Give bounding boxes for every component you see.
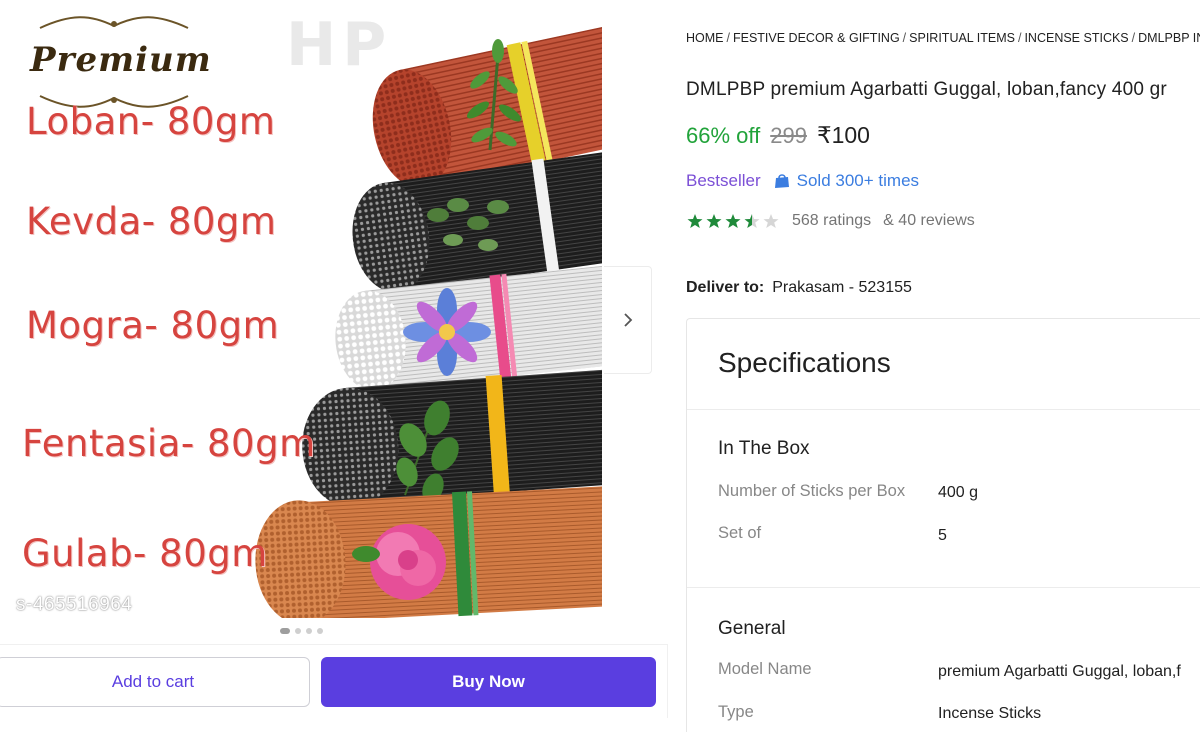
spec-value: 5 (938, 527, 947, 544)
breadcrumb-current-product[interactable]: DMLPBP IN (1138, 31, 1200, 45)
shopping-bag-icon (774, 174, 789, 188)
breadcrumb-spiritual-items[interactable]: SPIRITUAL ITEMS (909, 31, 1015, 45)
spec-key: Type (718, 703, 754, 721)
pagination-dot[interactable] (306, 628, 312, 634)
rating-row[interactable]: 568 ratings & 40 reviews (686, 212, 975, 230)
price-row: 66% off 299 ₹100 (686, 122, 870, 149)
spec-key: Number of Sticks per Box (718, 482, 906, 500)
scent-label: Fentasia- 80gm (22, 422, 316, 465)
in-the-box-section: In The Box Number of Sticks per Box 400 … (687, 410, 1200, 588)
add-to-cart-button[interactable]: Add to cart (0, 657, 310, 707)
specifications-heading: Specifications (687, 319, 1200, 410)
breadcrumb-incense-sticks[interactable]: INCENSE STICKS (1024, 31, 1128, 45)
scent-label: Loban- 80gm (26, 100, 276, 143)
breadcrumb-festive-decor[interactable]: FESTIVE DECOR & GIFTING (733, 31, 900, 45)
watermark: HP (286, 10, 393, 80)
section-title: General (718, 618, 786, 639)
original-price: 299 (770, 123, 807, 148)
chevron-right-icon (623, 313, 632, 327)
spec-value: premium Agarbatti Guggal, loban,f (938, 663, 1181, 680)
purchase-actions: Add to cart Buy Now (0, 644, 668, 718)
premium-logo: Premium (30, 14, 212, 114)
product-info: HOME / FESTIVE DECOR & GIFTING / SPIRITUAL I… (686, 0, 1200, 732)
star-filled-icon (706, 214, 722, 228)
reviews-count[interactable]: & 40 reviews (883, 212, 975, 230)
next-image-button[interactable] (604, 266, 652, 374)
bestseller-badge: Bestseller (686, 171, 761, 190)
scent-label: Gulab- 80gm (22, 532, 268, 575)
badge-row: Bestseller Sold 300+ times (686, 171, 919, 191)
section-title: In The Box (718, 438, 810, 459)
selling-price: ₹100 (816, 122, 870, 148)
spec-value: 400 g (938, 484, 979, 501)
image-pagination (280, 628, 323, 634)
deliver-to-label: Deliver to: (686, 279, 765, 296)
pagination-dot[interactable] (317, 628, 323, 634)
star-empty-icon (763, 214, 779, 228)
spec-key: Set of (718, 524, 762, 542)
specifications-card: Specifications In The Box Number of Stic… (686, 318, 1200, 732)
star-filled-icon (687, 214, 703, 228)
star-half-icon (744, 214, 760, 228)
pagination-dot-active[interactable] (280, 628, 290, 634)
breadcrumb: HOME / FESTIVE DECOR & GIFTING / SPIRITUAL I… (686, 31, 1200, 45)
product-gallery: HP Premium Loban- 80gm Kevda- 80gm Mogra… (0, 0, 668, 732)
star-rating (686, 213, 780, 229)
buy-now-button[interactable]: Buy Now (321, 657, 656, 707)
ratings-count[interactable]: 568 ratings (792, 212, 871, 230)
sold-count-badge: Sold 300+ times (773, 171, 919, 191)
scent-label: Mogra- 80gm (26, 304, 280, 347)
sold-count-text: Sold 300+ times (796, 171, 920, 190)
breadcrumb-home[interactable]: HOME (686, 31, 724, 45)
delivery-location[interactable]: Deliver to: Prakasam - 523155 (686, 279, 912, 297)
star-filled-icon (725, 214, 741, 228)
delivery-location-text: Prakasam - 523155 (772, 279, 912, 296)
sku-watermark: s-465516964 (16, 594, 133, 615)
discount-percent: 66% off (686, 123, 761, 148)
spec-value: Incense Sticks (938, 705, 1042, 722)
product-image[interactable]: HP Premium Loban- 80gm Kevda- 80gm Mogra… (0, 0, 602, 618)
flourish-ornament (39, 16, 189, 29)
product-title: DMLPBP premium Agarbatti Guggal, loban,f… (686, 79, 1167, 100)
premium-word: Premium (30, 40, 212, 80)
scent-label: Kevda- 80gm (26, 200, 277, 243)
spec-key: Model Name (718, 660, 812, 678)
pagination-dot[interactable] (295, 628, 301, 634)
